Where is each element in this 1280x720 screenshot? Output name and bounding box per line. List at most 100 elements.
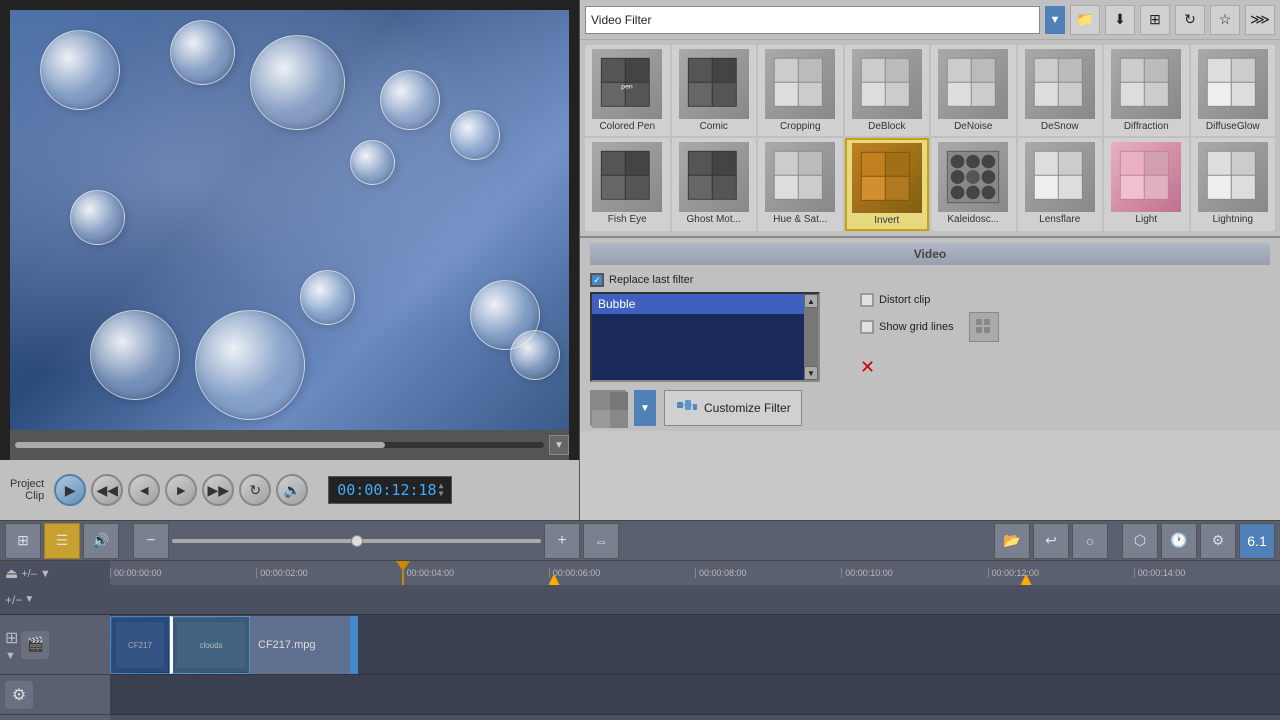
filter-comic[interactable]: Comic (672, 45, 757, 136)
filter-thumb-hue-sat (765, 142, 835, 212)
filter-btn[interactable]: ⬡ (1122, 523, 1158, 559)
transport-label: Project Clip (10, 478, 44, 502)
playhead-line (402, 571, 404, 585)
replace-filter-checkbox[interactable]: ✓ (590, 273, 604, 287)
filter-dropdown[interactable]: Video Filter (585, 6, 1040, 34)
forward-button[interactable]: ► (165, 474, 197, 506)
filter-list-scrollbar[interactable]: ▲ ▼ (804, 294, 818, 380)
filter-hue-sat[interactable]: Hue & Sat... (758, 138, 843, 231)
time-spinner[interactable]: ▲ ▼ (439, 482, 444, 498)
filter-diffraction[interactable]: Diffraction (1104, 45, 1189, 136)
track-side-icons: ⊞ ▼ (5, 628, 18, 662)
cube-svg-kaleidosc (943, 147, 1003, 207)
playhead[interactable] (402, 561, 404, 585)
zoom-slider[interactable] (172, 539, 541, 543)
storyboard-view-btn[interactable]: ⊞ (5, 523, 41, 559)
filter-list-item-bubble[interactable]: Bubble (592, 294, 818, 314)
svg-text:pen: pen (622, 84, 634, 91)
customize-filter-label: Customize Filter (704, 401, 791, 415)
time-down-arrow[interactable]: ▼ (439, 490, 444, 498)
zoom-in-btn[interactable]: + (544, 523, 580, 559)
progress-dropdown[interactable]: ▼ (549, 435, 569, 455)
show-grid-checkbox[interactable] (860, 320, 874, 334)
customize-filter-button[interactable]: Customize Filter (664, 390, 802, 426)
back-to-start-btn[interactable]: ↩ (1033, 523, 1069, 559)
distort-clip-checkbox[interactable] (860, 293, 874, 307)
filter-desnow[interactable]: DeSnow (1018, 45, 1103, 136)
filter-thumb-deblock (852, 49, 922, 119)
grid-settings-btn[interactable] (969, 312, 999, 342)
distort-clip-label: Distort clip (879, 294, 930, 306)
star-icon-btn[interactable]: ☆ (1210, 5, 1240, 35)
filter-lensflare[interactable]: Lensflare (1018, 138, 1103, 231)
prev-frame-button[interactable]: ◀◀ (91, 474, 123, 506)
cube-svg-deblock (857, 54, 917, 114)
filter-light[interactable]: Light (1104, 138, 1189, 231)
filter-panel: Video Filter ▼ 📁 ⬇ ⊞ ↻ ☆ ⋙ (580, 0, 1280, 520)
ripple-btn[interactable]: ○ (1072, 523, 1108, 559)
bubble-8 (90, 310, 180, 400)
show-grid-label: Show grid lines (879, 321, 954, 333)
cube-svg-light (1116, 147, 1176, 207)
bubble-10 (300, 270, 355, 325)
zoom-thumb (351, 535, 363, 547)
refresh-icon-btn[interactable]: ↻ (1175, 5, 1205, 35)
clip-block-2[interactable]: clouds (170, 616, 250, 674)
filter-deblock[interactable]: DeBlock (845, 45, 930, 136)
zoom-out-btn[interactable]: − (133, 523, 169, 559)
clip-block-1[interactable]: CF217 (110, 616, 170, 674)
audio-view-btn[interactable]: 🔊 (83, 523, 119, 559)
loop-button[interactable]: ↻ (239, 474, 271, 506)
progress-track[interactable] (15, 442, 544, 448)
add-track-btn[interactable]: +/− (5, 593, 22, 607)
volume-button[interactable]: 🔊 (276, 474, 308, 506)
playhead-triangle (396, 561, 410, 571)
filter-thumb-colored-pen: pen (592, 49, 662, 119)
track-labels: +/− ▼ ⊞ ▼ 🎬 ⚙ (0, 585, 110, 720)
track-dropdown-arrow[interactable]: ▼ (24, 594, 34, 605)
filter-preview-svg (592, 392, 628, 428)
download-icon-btn[interactable]: ⬇ (1105, 5, 1135, 35)
filter-invert[interactable]: Invert (845, 138, 930, 231)
filter-ghost-mot[interactable]: Ghost Mot... (672, 138, 757, 231)
filter-preview-dropdown[interactable]: ▼ (634, 390, 656, 426)
track-down-arrow-icon[interactable]: ▼ (5, 650, 18, 662)
filter-fish-eye[interactable]: Fish Eye (585, 138, 670, 231)
filter-lightning[interactable]: Lightning (1191, 138, 1276, 231)
scroll-up-button[interactable]: ▲ (804, 294, 818, 308)
timeline-tracks: +/− ▼ ⊞ ▼ 🎬 ⚙ (0, 585, 1280, 720)
video-frame (10, 10, 569, 430)
track-grid-icon: ⊞ (5, 628, 18, 648)
filter-denoise[interactable]: DeNoise (931, 45, 1016, 136)
cube-svg-lensflare (1030, 147, 1090, 207)
time-display: 00:00:12:18 ▲ ▼ (328, 476, 452, 504)
customize-icon (675, 396, 699, 420)
badge-btn[interactable]: 6.1 (1239, 523, 1275, 559)
folder-icon-btn[interactable]: 📁 (1070, 5, 1100, 35)
play-button[interactable]: ▶ (54, 474, 86, 506)
settings-btn[interactable]: ⚙ (1200, 523, 1236, 559)
filter-dropdown-arrow[interactable]: ▼ (1045, 6, 1065, 34)
scroll-down-button[interactable]: ▼ (804, 366, 818, 380)
expand-icon-btn[interactable]: ⋙ (1245, 5, 1275, 35)
timeline-view-btn[interactable]: ☰ (44, 523, 80, 559)
back-button[interactable]: ◄ (128, 474, 160, 506)
filter-kaleidosc[interactable]: Kaleidosc... (931, 138, 1016, 231)
clock-btn[interactable]: 🕐 (1161, 523, 1197, 559)
delete-filter-button[interactable]: ✕ (860, 357, 1270, 378)
import-btn[interactable]: 📂 (994, 523, 1030, 559)
next-frame-button[interactable]: ▶▶ (202, 474, 234, 506)
filter-colored-pen[interactable]: pen Colored Pen (585, 45, 670, 136)
eject-btn[interactable]: ⏏ (5, 565, 18, 582)
filter-options: ✓ Replace last filter Bubble ▲ ▼ (590, 273, 1270, 426)
filter-diffuse-glow[interactable]: DiffuseGlow (1191, 45, 1276, 136)
expand-timeline-btn[interactable]: ⇔ (583, 523, 619, 559)
bubble-3 (250, 35, 345, 130)
clip-end-marker (350, 616, 358, 674)
video-track-label: ⊞ ▼ 🎬 (0, 615, 110, 675)
filter-cropping[interactable]: Cropping (758, 45, 843, 136)
grid-icon-btn[interactable]: ⊞ (1140, 5, 1170, 35)
app-container: ▼ Project Clip ▶ ◀◀ ◄ ► ▶▶ ↻ 🔊 00:00:12:… (0, 0, 1280, 720)
filter-list-area: ✓ Replace last filter Bubble ▲ ▼ (590, 273, 850, 426)
video-progress-bar[interactable]: ▼ (10, 430, 569, 460)
